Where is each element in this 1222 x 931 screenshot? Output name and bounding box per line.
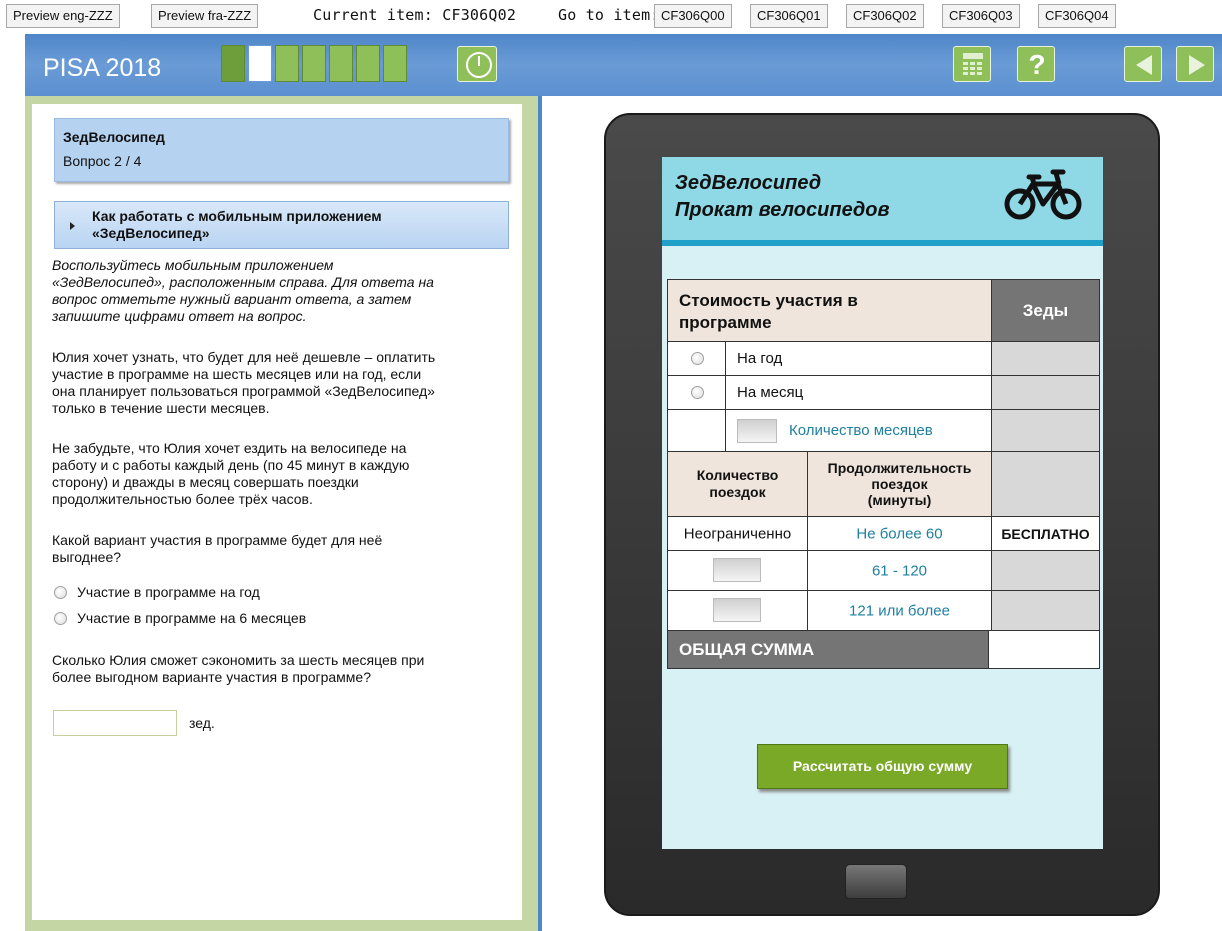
progress-indicator [221,45,407,82]
progress-cell [356,45,380,82]
preview-toolbar: Preview eng-ZZZ Preview fra-ZZZ Current … [0,0,1222,34]
month-radio-cell [667,375,726,410]
trips-unlimited-cell: Неограниченно [667,516,808,551]
question-panel: ЗедВелосипед Вопрос 2 / 4 Как работать с… [32,104,522,920]
how-to-expander[interactable]: Как работать с мобильным приложением «Зе… [54,201,509,249]
duration-header-label: Продолжительность поездок (минуты) [827,460,972,508]
progress-cell [329,45,353,82]
option-month-label: На месяц [737,384,804,401]
duration-61-120-cell: 61 - 120 [807,550,992,591]
month-price-cell [991,375,1100,410]
cost-header-label: Стоимость участия в программе [679,291,858,332]
back-arrow-icon[interactable] [1124,46,1162,82]
test-header: PISA 2018 ? [25,34,1222,96]
free-price-label: БЕСПЛАТНО [1001,525,1090,542]
progress-cell [383,45,407,82]
option-year-label: На год [737,350,783,367]
go-to-item-label: Go to item: [558,6,660,24]
savings-answer-input[interactable] [53,710,177,736]
progress-cell [275,45,299,82]
months-count-input[interactable] [737,419,777,443]
trips-61-120-input[interactable] [713,558,761,582]
go-to-item-button[interactable]: CF306Q02 [846,4,924,28]
expand-triangle-icon [70,222,75,230]
duration-header-cell: Продолжительность поездок (минуты) [807,451,992,517]
scenario-paragraph: Юлия хочет узнать, что будет для неё деш… [52,349,436,416]
option-label: Участие в программе на 6 месяцев [77,610,307,626]
unit-title: ЗедВелосипед [63,129,165,145]
next-arrow-icon[interactable] [1176,46,1214,82]
page-title: PISA 2018 [43,54,162,82]
preview-eng-button[interactable]: Preview eng-ZZZ [6,4,120,28]
year-radio-button[interactable] [691,352,704,365]
question-counter: Вопрос 2 / 4 [63,153,142,169]
empty-cell [667,409,726,452]
trips-121-input[interactable] [713,598,761,622]
go-to-item-button[interactable]: CF306Q00 [654,4,732,28]
unit-header: ЗедВелосипед Вопрос 2 / 4 [54,118,509,182]
bicycle-icon [1004,169,1082,220]
months-price-cell [991,409,1100,452]
option-6-months[interactable]: Участие в программе на 6 месяцев [54,609,306,627]
year-radio-cell [667,341,726,376]
total-label: ОБЩАЯ СУММА [679,640,815,659]
answer-unit-label: зед. [189,715,215,731]
year-price-cell [991,341,1100,376]
current-item-value: CF306Q02 [442,6,517,24]
savings-question-text: Сколько Юлия сможет сэкономить за шесть … [52,652,425,685]
months-count-cell: Количество месяцев [725,409,992,452]
total-value-cell [988,630,1100,669]
trips-unlimited-label: Неограниченно [683,525,792,542]
trips-header-cell: Количество поездок [667,451,808,517]
radio-button[interactable] [54,585,67,599]
cost-header-cell: Стоимость участия в программе [667,279,992,342]
free-price-cell: БЕСПЛАТНО [991,516,1100,551]
go-to-item-button[interactable]: CF306Q04 [1038,4,1116,28]
trips-61-120-cell [667,550,808,591]
preview-fra-button[interactable]: Preview fra-ZZZ [151,4,259,28]
go-to-item-button[interactable]: CF306Q01 [750,4,828,28]
duration-61-120-label: 61 - 120 [871,562,928,579]
instructions-text: Воспользуйтесь мобильным приложением «Зе… [52,257,434,324]
how-to-label: Как работать с мобильным приложением «Зе… [92,208,382,241]
radio-button[interactable] [54,611,67,625]
duration-121-label: 121 или более [849,602,950,619]
app-title: ЗедВелосипед Прокат велосипедов [675,172,890,221]
stimulus-pane: ЗедВелосипед Вопрос 2 / 4 Как работать с… [25,96,538,931]
price-61-120-cell [991,550,1100,591]
option-year[interactable]: Участие в программе на год [54,583,260,601]
current-item-readout: Current item: CF306Q02 [313,5,516,25]
calculate-total-button[interactable]: Рассчитать общую сумму [757,744,1008,789]
price-121-cell [991,590,1100,631]
zeds-header-label: Зеды [1022,300,1069,320]
month-label-cell: На месяц [725,375,992,410]
reminder-paragraph: Не забудьте, что Юлия хочет ездить на ве… [52,440,410,507]
empty-cell [991,451,1100,517]
duration-121-cell: 121 или более [807,590,992,631]
help-icon[interactable]: ? [1017,46,1055,82]
tablet-home-button [845,864,907,899]
timer-icon[interactable] [457,46,497,82]
question-text: Какой вариант участия в программе будет … [52,532,383,565]
months-count-label: Количество месяцев [789,422,933,439]
option-label: Участие в программе на год [77,584,260,600]
go-to-item-button[interactable]: CF306Q03 [942,4,1020,28]
current-item-label: Current item: [313,6,433,24]
trips-header-label: Количество поездок [696,467,779,500]
app-header: ЗедВелосипед Прокат велосипедов [662,157,1103,246]
year-label-cell: На год [725,341,992,376]
zeds-header-cell: Зеды [991,279,1100,342]
trips-121-cell [667,590,808,631]
calculator-icon[interactable] [953,46,991,82]
duration-60-cell: Не более 60 [807,516,992,551]
total-label-cell: ОБЩАЯ СУММА [667,630,989,669]
progress-cell [221,45,245,82]
duration-60-label: Не более 60 [856,525,943,542]
progress-cell-current [248,45,272,82]
month-radio-button[interactable] [691,386,704,399]
progress-cell [302,45,326,82]
